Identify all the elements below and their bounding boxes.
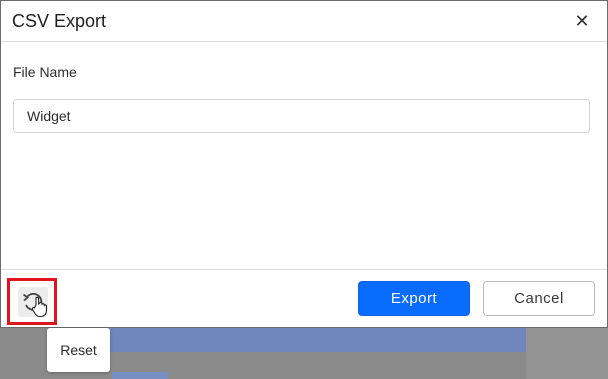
file-name-label: File Name bbox=[13, 64, 77, 80]
dialog-footer: Export Cancel bbox=[1, 269, 607, 327]
cancel-button[interactable]: Cancel bbox=[483, 281, 595, 316]
dialog-header: CSV Export ✕ bbox=[1, 1, 607, 42]
background-bar-small bbox=[112, 372, 168, 379]
csv-export-dialog: CSV Export ✕ File Name Export Cancel bbox=[0, 0, 608, 328]
close-button[interactable]: ✕ bbox=[569, 8, 595, 34]
dialog-title: CSV Export bbox=[12, 11, 107, 31]
reset-icon bbox=[22, 292, 48, 317]
reset-button[interactable] bbox=[7, 278, 57, 325]
reset-icon-container bbox=[18, 287, 48, 317]
background-panel bbox=[526, 326, 608, 379]
export-button[interactable]: Export bbox=[358, 281, 470, 316]
tooltip-text: Reset bbox=[60, 342, 97, 358]
close-icon: ✕ bbox=[574, 10, 590, 31]
file-name-input[interactable] bbox=[13, 99, 590, 133]
background-bar bbox=[108, 326, 526, 352]
reset-tooltip: Reset bbox=[47, 328, 110, 372]
